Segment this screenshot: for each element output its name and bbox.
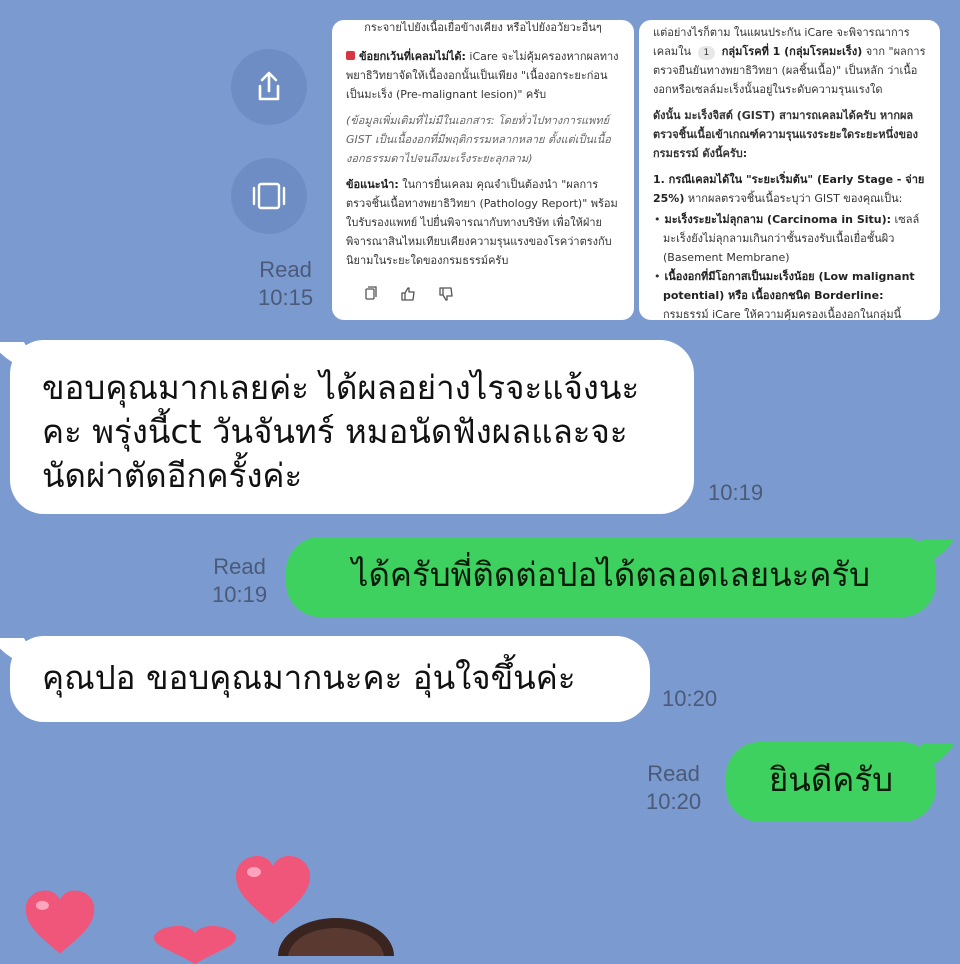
card-r-bullet2-title: เนื้องอกที่มีโอกาสเป็นมะเร็งน้อย (Low ma…: [663, 270, 915, 302]
message-text: ได้ครับพี่ติดต่อปอได้ตลอดเลยนะครับ: [351, 555, 871, 594]
message-bubble-outgoing[interactable]: ได้ครับพี่ติดต่อปอได้ตลอดเลยนะครับ: [286, 537, 936, 617]
read-label: Read: [213, 554, 266, 579]
heart-sticker[interactable]: [0, 840, 420, 964]
card-r-bullets: มะเร็งระยะไม่ลุกลาม (Carcinoma in Situ):…: [653, 210, 926, 320]
read-receipt: Read 10:19: [212, 553, 267, 609]
message-bubble-incoming[interactable]: ขอบคุณมากเลยค่ะ ได้ผลอย่างไรจะแจ้งนะคะ พ…: [10, 340, 694, 514]
shared-image-right[interactable]: แต่อย่างไรก็ตาม ในแผนประกัน iCare จะพิจา…: [639, 20, 940, 320]
card-r-line1: แต่อย่างไรก็ตาม ในแผนประกัน iCare จะพิจา…: [653, 23, 926, 99]
warning-icon: [346, 51, 355, 60]
heart-icon: [25, 890, 95, 954]
card-advice-body: ในการยื่นเคลม คุณจำเป็นต้องนำ "ผลการตรวจ…: [346, 178, 618, 267]
screenshot-button[interactable]: [231, 158, 307, 234]
card-advice-title: ข้อแนะนำ:: [346, 178, 399, 191]
card-advice: ข้อแนะนำ: ในการยื่นเคลม คุณจำเป็นต้องนำ …: [346, 175, 620, 270]
card-note: (ข้อมูลเพิ่มเติมที่ไม่มีในเอกสาร: โดยทั่…: [346, 111, 620, 168]
card-r-bullet: เนื้องอกที่มีโอกาสเป็นมะเร็งน้อย (Low ma…: [663, 267, 926, 320]
read-time: 10:15: [258, 285, 314, 310]
character-head: [278, 918, 394, 956]
message-time: 10:19: [708, 480, 764, 505]
message-text: คุณปอ ขอบคุณมากนะคะ อุ่นใจขึ้นค่ะ: [42, 658, 576, 697]
message-bubble-outgoing[interactable]: ยินดีครับ: [726, 742, 936, 822]
card-r-group: กลุ่มโรคที่ 1 (กลุ่มโรคมะเร็ง): [721, 45, 863, 58]
copy-icon[interactable]: [362, 286, 378, 302]
message-time: 10:20: [662, 686, 718, 711]
heart-icon: [154, 926, 236, 964]
card-r-line3: ดังนั้น มะเร็งจิสต์ (GIST) สามารถเคลมได้…: [653, 109, 919, 160]
thumbs-down-icon[interactable]: [438, 286, 454, 302]
card-actions: [362, 286, 454, 302]
read-label: Read: [259, 257, 312, 282]
shared-image-left[interactable]: กระจายไปยังเนื้อเยื่อข้างเคียง หรือไปยัง…: [332, 20, 634, 320]
card-exception: ข้อยกเว้นที่เคลมไม่ได้: iCare จะไม่คุ้มค…: [346, 47, 620, 104]
card-line-top: กระจายไปยังเนื้อเยื่อข้างเคียง หรือไปยัง…: [364, 21, 602, 34]
card-r-bullet1-title: มะเร็งระยะไม่ลุกลาม (Carcinoma in Situ):: [664, 213, 892, 226]
card-exception-title: ข้อยกเว้นที่เคลมไม่ได้:: [359, 50, 466, 63]
card-r-bullet2-body: กรมธรรม์ iCare ให้ความคุ้มครองเนื้องอกใน…: [663, 308, 902, 320]
message-text: ยินดีครับ: [768, 760, 894, 799]
card-r-item1-body: หากผลตรวจชิ้นเนื้อระบุว่า GIST ของคุณเป็…: [687, 192, 903, 205]
screenshot-icon: [252, 182, 286, 210]
read-receipt: Read 10:15: [258, 256, 313, 312]
message-text: ขอบคุณมากเลยค่ะ ได้ผลอย่างไรจะแจ้งนะคะ พ…: [42, 368, 640, 495]
message-bubble-incoming[interactable]: คุณปอ ขอบคุณมากนะคะ อุ่นใจขึ้นค่ะ: [10, 636, 650, 722]
card-note-text: (ข้อมูลเพิ่มเติมที่ไม่มีในเอกสาร: โดยทั่…: [346, 114, 611, 165]
share-button[interactable]: [231, 49, 307, 125]
read-label: Read: [647, 761, 700, 786]
share-icon: [258, 71, 280, 101]
read-time: 10:19: [212, 582, 268, 607]
read-receipt: Read 10:20: [646, 760, 701, 816]
thumbs-up-icon[interactable]: [400, 286, 416, 302]
card-r-item1: 1. กรณีเคลมได้ใน "ระยะเริ่มต้น" (Early S…: [653, 170, 926, 208]
number-chip: 1: [697, 46, 716, 60]
card-r-bullet: มะเร็งระยะไม่ลุกลาม (Carcinoma in Situ):…: [663, 210, 926, 267]
read-time: 10:20: [646, 789, 702, 814]
